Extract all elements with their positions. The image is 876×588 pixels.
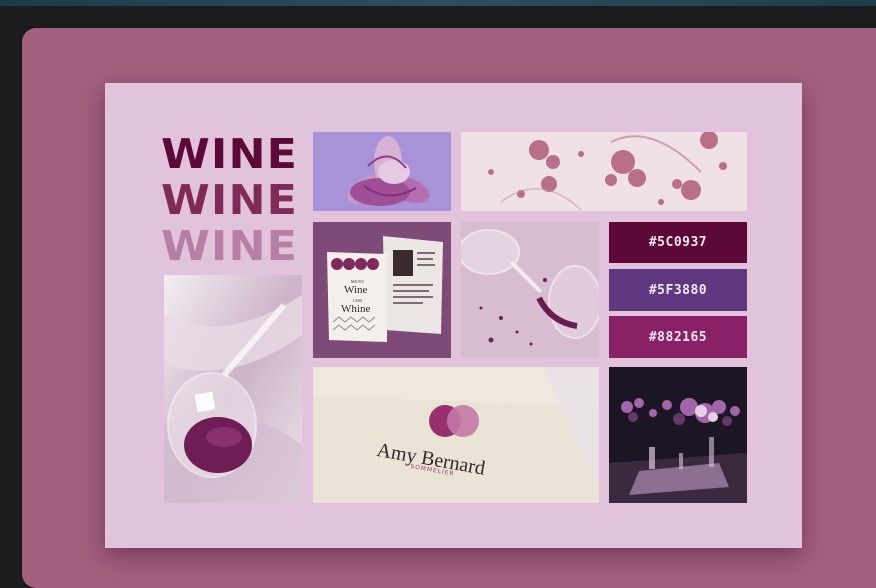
menu-line-1: Wine xyxy=(344,284,368,296)
swatch-violet[interactable]: #5F3880 xyxy=(609,269,747,311)
wine-wordmark: WINE WINE WINE xyxy=(161,131,301,269)
wordmark-line-1: WINE xyxy=(161,130,298,178)
swatch-magenta[interactable]: #882165 xyxy=(609,316,747,358)
wordmark-line-2: WINE xyxy=(161,176,298,224)
flower-table-photo xyxy=(609,367,747,503)
window-top-strip xyxy=(0,0,876,6)
swatch-plum[interactable]: #5C0937 xyxy=(609,222,747,263)
menu-mockup-photo: MENU Wine LESS Whine xyxy=(313,222,451,358)
wine-splatter-photo xyxy=(461,132,747,211)
spilled-wine-glass-photo xyxy=(461,222,599,358)
menu-line-2: Whine xyxy=(341,303,371,315)
swatch-violet-label: #5F3880 xyxy=(648,282,708,298)
mood-board[interactable]: WINE WINE WINE MENU Wine LESS Whine #5C0… xyxy=(105,83,802,548)
poured-wine-glass-photo xyxy=(164,275,302,503)
swatch-plum-label: #5C0937 xyxy=(648,235,708,250)
swatch-magenta-label: #882165 xyxy=(648,329,708,345)
business-card-photo: Amy Bernard SOMMELIER xyxy=(313,367,599,503)
orchid-photo xyxy=(313,132,451,211)
wordmark-line-3: WINE xyxy=(161,222,298,270)
